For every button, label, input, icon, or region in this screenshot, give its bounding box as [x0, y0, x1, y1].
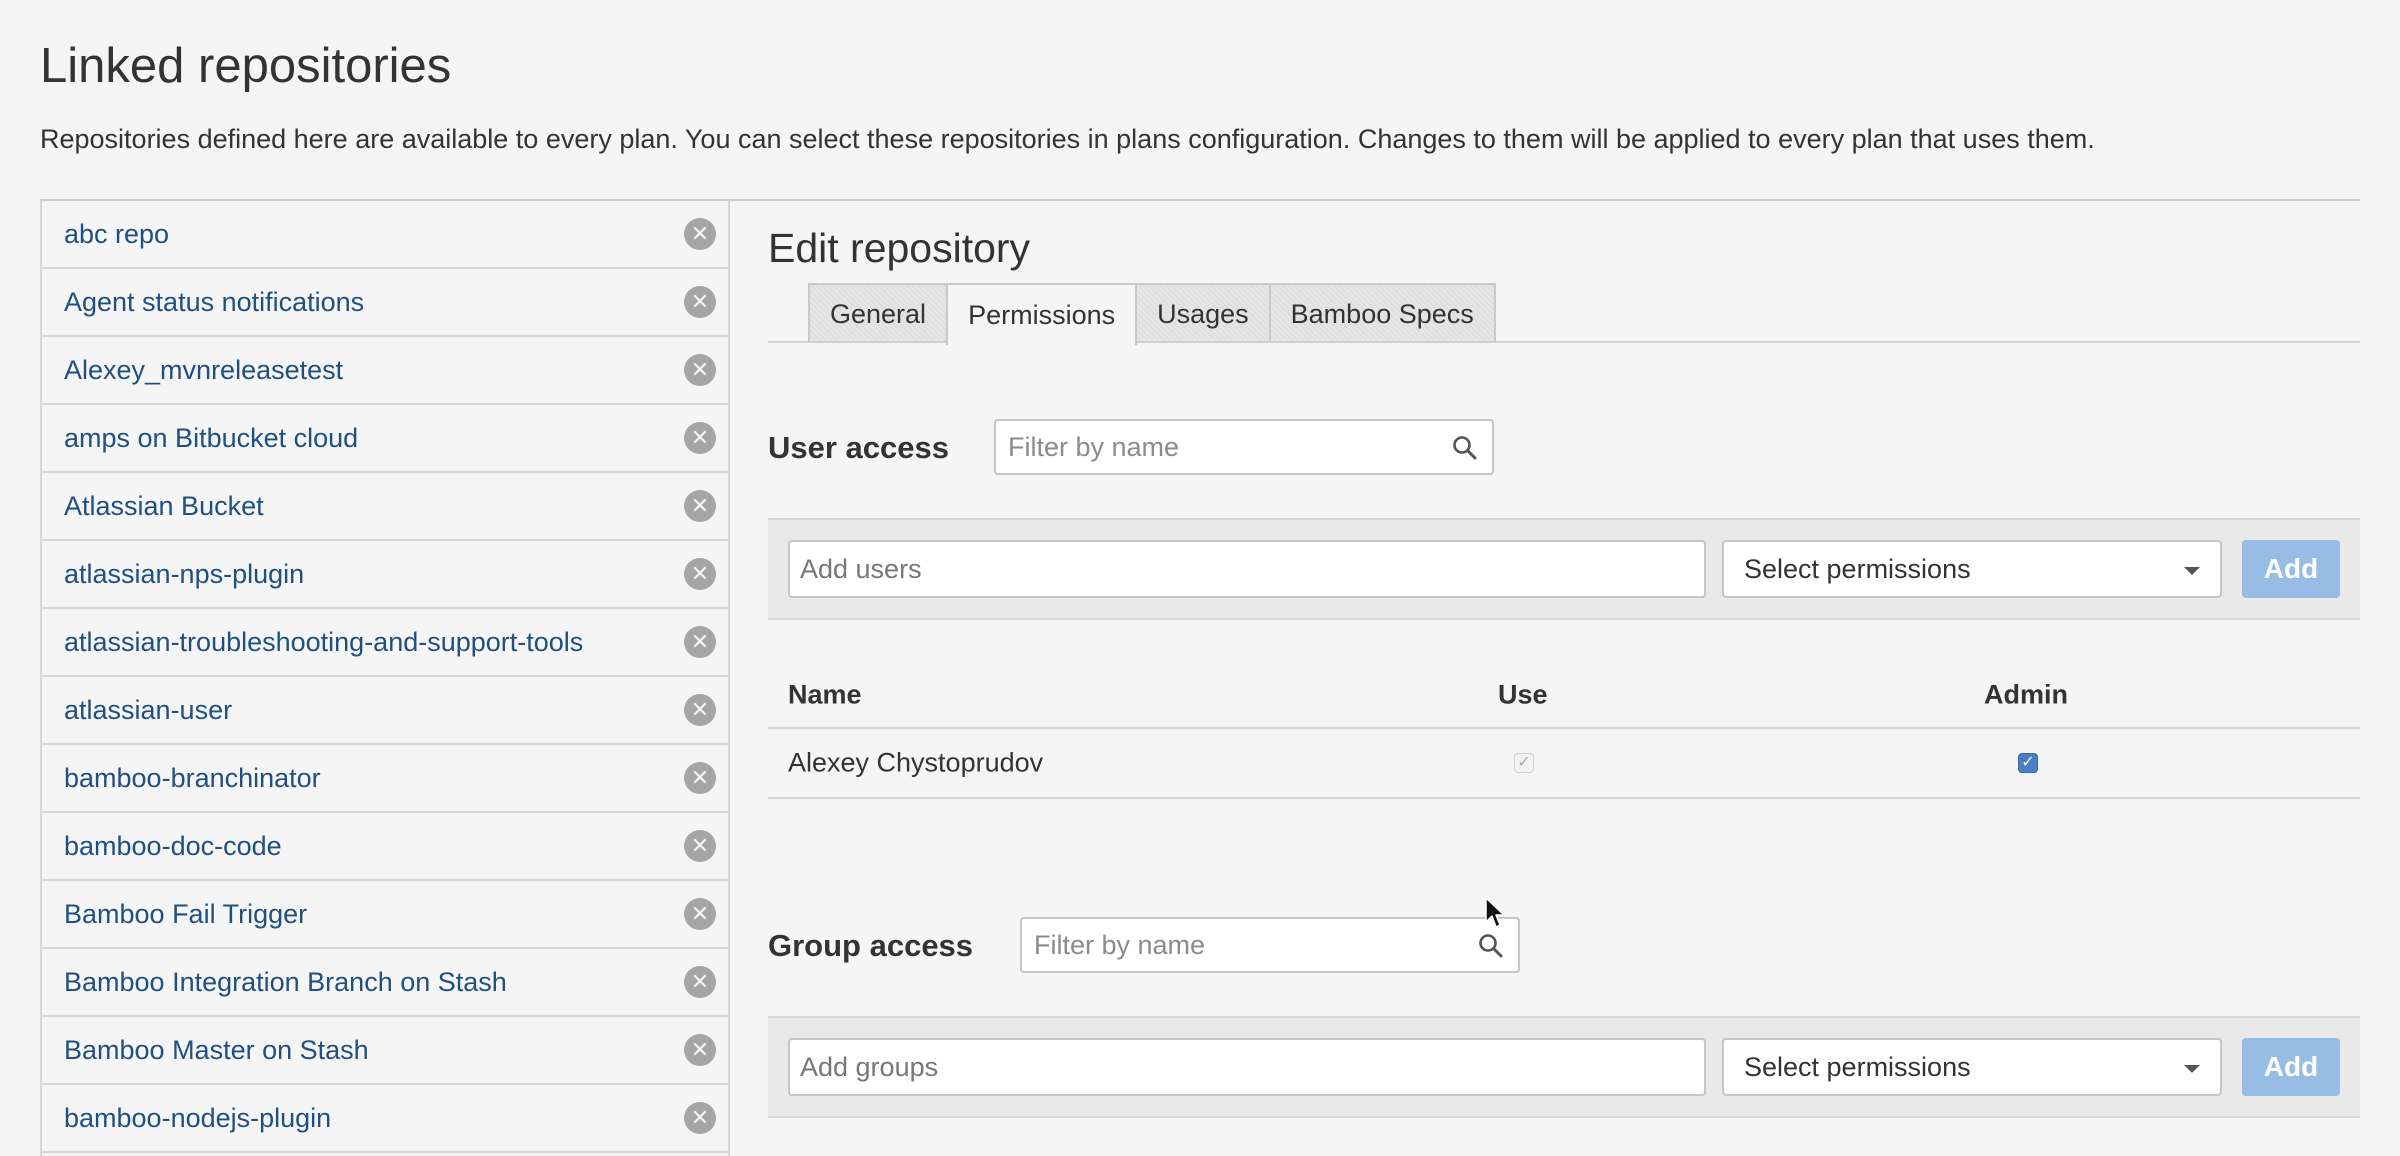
repository-link[interactable]: amps on Bitbucket cloud [64, 423, 358, 454]
search-icon[interactable] [1452, 435, 1478, 461]
tab-bamboo-specs[interactable]: Bamboo Specs [1268, 283, 1496, 343]
chevron-down-icon [2184, 1065, 2200, 1073]
delete-icon[interactable]: ✕ [684, 490, 716, 522]
group-filter-input[interactable] [1022, 919, 1518, 971]
repository-link[interactable]: bamboo-nodejs-plugin [64, 1103, 331, 1134]
table-row: Alexey Chystoprudov ✓ ✓ [768, 729, 2360, 799]
user-filter-field[interactable] [994, 419, 1494, 475]
user-filter-input[interactable] [996, 421, 1492, 473]
delete-icon[interactable]: ✕ [684, 1034, 716, 1066]
add-groups-bar: Select permissions Add [768, 1016, 2360, 1118]
use-checkbox[interactable]: ✓ [1514, 753, 1534, 773]
column-name: Name [788, 679, 862, 710]
delete-icon[interactable]: ✕ [684, 898, 716, 930]
list-item[interactable]: Atlassian Bucket ✕ [42, 473, 728, 541]
list-item[interactable]: Alexey_mvnreleasetest ✕ [42, 337, 728, 405]
list-item[interactable]: abc repo ✕ [42, 201, 728, 269]
list-item[interactable]: bamboo-doc-code ✕ [42, 813, 728, 881]
repository-link[interactable]: abc repo [64, 219, 169, 250]
list-item[interactable]: amps on Bitbucket cloud ✕ [42, 405, 728, 473]
repository-link[interactable]: Agent status notifications [64, 287, 364, 318]
list-item[interactable]: bamboo-nodejs-plugin ✕ [42, 1085, 728, 1153]
group-permissions-select[interactable]: Select permissions [1722, 1038, 2222, 1096]
list-item[interactable]: bamboo-branchinator ✕ [42, 745, 728, 813]
group-filter-field[interactable] [1020, 917, 1520, 973]
edit-repository-title: Edit repository [768, 225, 1031, 271]
repository-link[interactable]: atlassian-user [64, 695, 232, 726]
page-title: Linked repositories [40, 39, 452, 93]
column-admin: Admin [1984, 679, 2068, 710]
add-users-bar: Select permissions Add [768, 518, 2360, 620]
column-use: Use [1498, 679, 1548, 710]
repository-link[interactable]: bamboo-branchinator [64, 763, 321, 794]
mouse-cursor-icon [1485, 897, 1505, 928]
delete-icon[interactable]: ✕ [684, 694, 716, 726]
add-group-button[interactable]: Add [2242, 1038, 2340, 1096]
repository-link[interactable]: atlassian-nps-plugin [64, 559, 304, 590]
delete-icon[interactable]: ✕ [684, 1102, 716, 1134]
repository-link[interactable]: Alexey_mvnreleasetest [64, 355, 343, 386]
list-item[interactable]: Agent status notifications ✕ [42, 269, 728, 337]
repository-link[interactable]: bamboo-doc-code [64, 831, 282, 862]
user-permissions-select[interactable]: Select permissions [1722, 540, 2222, 598]
delete-icon[interactable]: ✕ [684, 762, 716, 794]
delete-icon[interactable]: ✕ [684, 218, 716, 250]
add-groups-field[interactable] [788, 1038, 1706, 1096]
tab-bar: General Permissions Usages Bamboo Specs [808, 283, 1496, 345]
list-item[interactable]: atlassian-user ✕ [42, 677, 728, 745]
user-name: Alexey Chystoprudov [788, 747, 1044, 778]
add-users-input[interactable] [790, 542, 1704, 596]
repository-link[interactable]: atlassian-troubleshooting-and-support-to… [64, 627, 583, 658]
delete-icon[interactable]: ✕ [684, 830, 716, 862]
repository-link[interactable]: Bamboo Integration Branch on Stash [64, 967, 507, 998]
search-icon[interactable] [1478, 933, 1504, 959]
delete-icon[interactable]: ✕ [684, 626, 716, 658]
repository-link[interactable]: Bamboo Master on Stash [64, 1035, 369, 1066]
select-label: Select permissions [1744, 1051, 1971, 1082]
admin-checkbox[interactable]: ✓ [2018, 753, 2038, 773]
list-item[interactable]: Bamboo Master on Stash ✕ [42, 1017, 728, 1085]
user-access-heading: User access [768, 430, 949, 465]
permissions-table-header: Name Use Admin [768, 663, 2360, 729]
list-item[interactable]: Bamboo Fail Trigger ✕ [42, 881, 728, 949]
tab-general[interactable]: General [808, 283, 949, 343]
add-users-field[interactable] [788, 540, 1706, 598]
list-item[interactable]: Bamboo Integration Branch on Stash ✕ [42, 949, 728, 1017]
select-label: Select permissions [1744, 553, 1971, 584]
delete-icon[interactable]: ✕ [684, 966, 716, 998]
add-user-button[interactable]: Add [2242, 540, 2340, 598]
tab-permissions[interactable]: Permissions [946, 283, 1138, 345]
edit-repository-panel: Edit repository General Permissions Usag… [768, 201, 2360, 1156]
repository-link[interactable]: Atlassian Bucket [64, 491, 264, 522]
delete-icon[interactable]: ✕ [684, 354, 716, 386]
add-groups-input[interactable] [790, 1040, 1704, 1094]
list-item[interactable]: atlassian-troubleshooting-and-support-to… [42, 609, 728, 677]
chevron-down-icon [2184, 567, 2200, 575]
delete-icon[interactable]: ✕ [684, 558, 716, 590]
tab-usages[interactable]: Usages [1135, 283, 1271, 343]
delete-icon[interactable]: ✕ [684, 422, 716, 454]
repository-link[interactable]: Bamboo Fail Trigger [64, 899, 307, 930]
group-access-heading: Group access [768, 928, 974, 963]
repository-list: abc repo ✕ Agent status notifications ✕ Al… [40, 201, 730, 1156]
list-item[interactable]: atlassian-nps-plugin ✕ [42, 541, 728, 609]
delete-icon[interactable]: ✕ [684, 286, 716, 318]
page-description: Repositories defined here are available … [40, 124, 2095, 154]
